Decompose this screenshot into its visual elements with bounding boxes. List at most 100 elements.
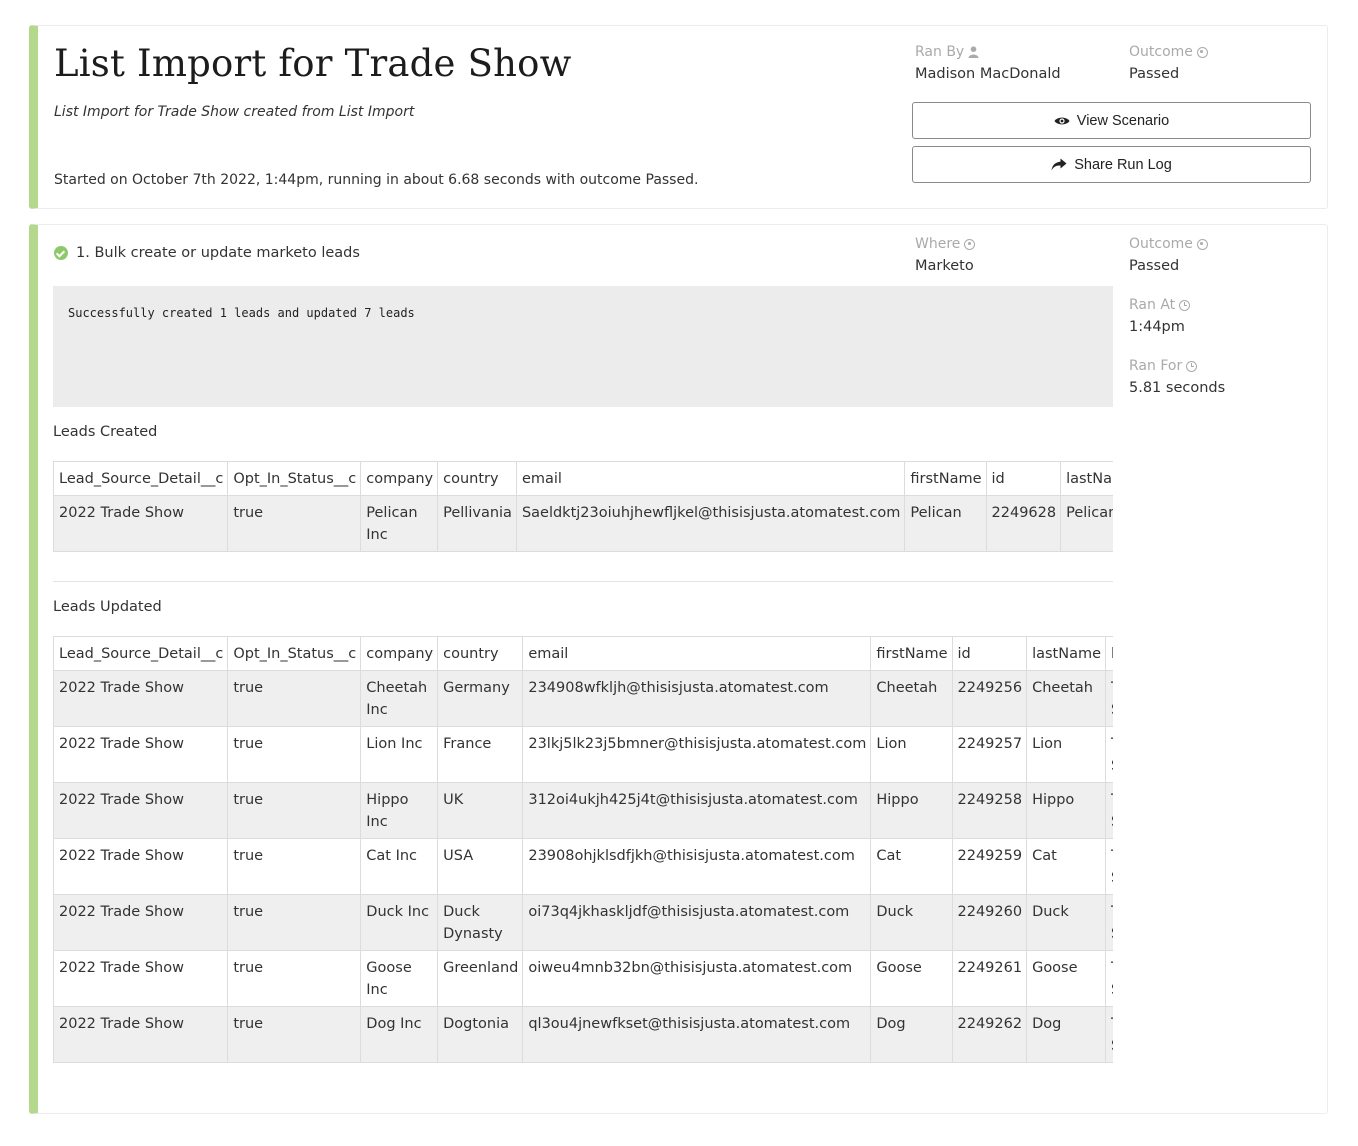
table-cell: Pellivania [437, 495, 517, 552]
table-cell: Dogtonia [437, 1006, 524, 1063]
table-cell: 234908wfkljh@thisisjusta.atomatest.com [522, 670, 872, 727]
table-cell: 2022 Trade Show [53, 894, 229, 951]
table-cell: true [227, 894, 362, 951]
leads-created-table-container[interactable]: Lead_Source_Detail__c Opt_In_Status__c com… [53, 461, 1113, 552]
table-cell: oiweu4mnb32bn@thisisjusta.atomatest.com [522, 950, 872, 1007]
table-cell: Cheetah [870, 670, 953, 727]
leads-created-table: Lead_Source_Detail__c Opt_In_Status__c com… [53, 461, 1113, 552]
column-header: firstName [870, 636, 953, 671]
ran-for-value: 5.81 seconds [1129, 380, 1226, 396]
table-cell: Germany [437, 670, 524, 727]
table-cell: Trade Show [1105, 670, 1113, 727]
table-cell: 2022 Trade Show [53, 1006, 229, 1063]
column-header: Lead_Source_Detail__c [53, 636, 229, 671]
table-header-row: Lead_Source_Detail__c Opt_In_Status__c com… [53, 636, 1113, 671]
column-header: id [985, 461, 1062, 496]
ran-for-label-text: Ran For [1129, 358, 1183, 374]
view-scenario-label: View Scenario [1076, 112, 1170, 129]
check-circle-icon [54, 246, 68, 260]
outcome-label: Outcome [1129, 44, 1208, 60]
where-label-text: Where [915, 236, 961, 252]
section-divider [53, 581, 1113, 582]
where-label: Where [915, 236, 976, 252]
table-cell: Goose [870, 950, 953, 1007]
leads-updated-label: Leads Updated [53, 599, 162, 615]
clock-icon [1179, 299, 1191, 311]
step-outcome-label: Outcome [1129, 236, 1208, 252]
table-cell: Pelican Inc [360, 495, 439, 552]
table-cell: true [227, 726, 362, 783]
column-header: country [437, 636, 524, 671]
ran-at-value: 1:44pm [1129, 319, 1185, 335]
share-run-log-label: Share Run Log [1074, 156, 1172, 173]
user-icon [968, 46, 979, 58]
table-cell: 2022 Trade Show [53, 670, 229, 727]
table-cell: Cat Inc [360, 838, 439, 895]
table-cell: Cheetah [1026, 670, 1107, 727]
column-header: country [437, 461, 517, 496]
ran-by-value: Madison MacDonald [915, 66, 1061, 82]
console-output: Successfully created 1 leads and updated… [53, 286, 1113, 407]
table-cell: Dog [870, 1006, 953, 1063]
table-cell: 2249256 [951, 670, 1028, 727]
table-cell: Trade Show [1105, 726, 1113, 783]
table-cell: Cat [870, 838, 953, 895]
table-cell: 2022 Trade Show [53, 950, 229, 1007]
table-cell: France [437, 726, 524, 783]
leads-updated-table-container[interactable]: Lead_Source_Detail__c Opt_In_Status__c com… [53, 636, 1113, 1063]
column-header: Opt_In_Status__c [227, 461, 362, 496]
table-cell: 2022 Trade Show [53, 838, 229, 895]
ran-at-label-text: Ran At [1129, 297, 1176, 313]
table-cell: true [227, 495, 362, 552]
page-title: List Import for Trade Show [54, 42, 572, 85]
step-title-text: 1. Bulk create or update marketo leads [76, 245, 360, 261]
column-header: Lead_Source_Detail__c [53, 461, 229, 496]
table-cell: Hippo [1026, 782, 1107, 839]
table-cell: Cheetah Inc [360, 670, 439, 727]
column-header: id [951, 636, 1028, 671]
table-cell: 2022 Trade Show [53, 495, 229, 552]
share-run-log-button[interactable]: Share Run Log [912, 146, 1311, 183]
table-cell: Trade Show [1105, 950, 1113, 1007]
eye-icon [1054, 117, 1070, 124]
table-cell: Duck [1026, 894, 1107, 951]
table-cell: Trade Show [1105, 838, 1113, 895]
table-cell: Lion [1026, 726, 1107, 783]
table-cell: Lion Inc [360, 726, 439, 783]
table-cell: UK [437, 782, 524, 839]
table-cell: Lion [870, 726, 953, 783]
table-cell: 2022 Trade Show [53, 782, 229, 839]
table-cell: Duck Inc [360, 894, 439, 951]
share-arrow-icon [1051, 158, 1067, 171]
view-scenario-button[interactable]: View Scenario [912, 102, 1311, 139]
leads-updated-table: Lead_Source_Detail__c Opt_In_Status__c com… [53, 636, 1113, 1063]
table-cell: Dog Inc [360, 1006, 439, 1063]
column-header: firstName [904, 461, 987, 496]
table-cell: true [227, 838, 362, 895]
table-cell: Duck Dynasty [437, 894, 524, 951]
step-title: 1. Bulk create or update marketo leads [54, 245, 360, 261]
table-cell: Pelican [904, 495, 987, 552]
column-header: company [360, 461, 439, 496]
ran-for-label: Ran For [1129, 358, 1198, 374]
table-header-row: Lead_Source_Detail__c Opt_In_Status__c com… [53, 461, 1113, 496]
table-row: 2022 Trade Show true Hippo Inc UK 312oi4ukjh… [53, 782, 1113, 839]
table-cell: 23908ohjklsdfjkh@thisisjusta.atomatest.c… [522, 838, 872, 895]
table-cell: Trade Show [1105, 782, 1113, 839]
table-cell: Duck [870, 894, 953, 951]
table-cell: Hippo Inc [360, 782, 439, 839]
table-cell: Pelican [1060, 495, 1113, 552]
run-started-text: Started on October 7th 2022, 1:44pm, run… [54, 172, 699, 188]
table-cell: Greenland [437, 950, 524, 1007]
table-cell: Goose Inc [360, 950, 439, 1007]
column-header: lastName [1060, 461, 1113, 496]
where-value: Marketo [915, 258, 974, 274]
table-cell: true [227, 670, 362, 727]
outcome-value: Passed [1129, 66, 1180, 82]
step-card: 1. Bulk create or update marketo leads W… [29, 224, 1328, 1114]
circle-dot-icon [1196, 46, 1208, 58]
table-row: 2022 Trade Show true Lion Inc France 23lkj5l… [53, 726, 1113, 783]
table-cell: oi73q4jkhaskljdf@thisisjusta.atomatest.c… [522, 894, 872, 951]
table-row: 2022 Trade Show true Duck Inc Duck Dynasty o… [53, 894, 1113, 951]
column-header: Opt_In_Status__c [227, 636, 362, 671]
